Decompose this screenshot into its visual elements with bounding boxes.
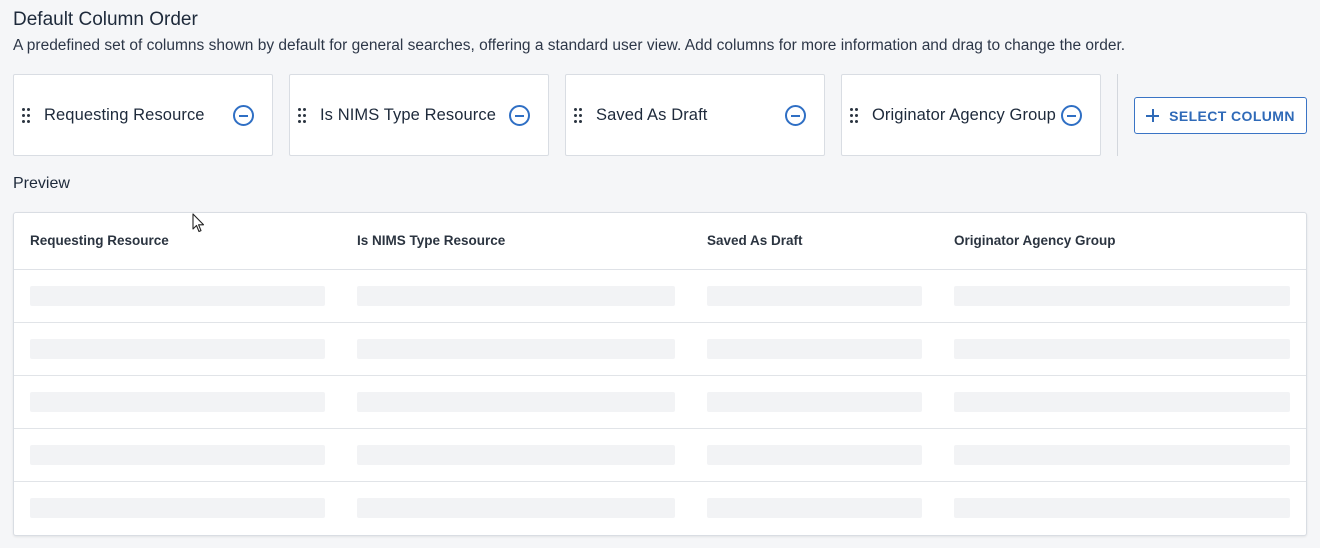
plus-icon bbox=[1146, 109, 1160, 122]
skeleton-cell bbox=[30, 445, 325, 465]
column-order-page: Default Column Order A predefined set of… bbox=[0, 0, 1320, 548]
drag-handle-icon[interactable] bbox=[22, 108, 30, 123]
drag-handle-icon[interactable] bbox=[574, 108, 582, 123]
preview-heading: Preview bbox=[13, 175, 70, 192]
skeleton-cell bbox=[357, 392, 675, 412]
select-column-label: SELECT COLUMN bbox=[1169, 107, 1295, 124]
table-row bbox=[14, 323, 1306, 376]
mouse-cursor-icon bbox=[192, 213, 205, 233]
column-header[interactable]: Requesting Resource bbox=[30, 233, 169, 248]
remove-circle-icon[interactable] bbox=[785, 105, 806, 126]
page-description: A predefined set of columns shown by def… bbox=[13, 37, 1126, 54]
column-chip[interactable]: Saved As Draft bbox=[565, 74, 825, 156]
column-chip-label: Is NIMS Type Resource bbox=[320, 106, 497, 124]
column-chip-label: Originator Agency Group bbox=[872, 106, 1056, 124]
skeleton-cell bbox=[954, 392, 1290, 412]
preview-table: Requesting Resource Is NIMS Type Resourc… bbox=[13, 212, 1307, 536]
skeleton-cell bbox=[357, 498, 675, 518]
column-header[interactable]: Saved As Draft bbox=[707, 233, 803, 248]
skeleton-cell bbox=[954, 286, 1290, 306]
drag-handle-icon[interactable] bbox=[298, 108, 306, 123]
column-chip-label: Requesting Resource bbox=[44, 106, 205, 124]
skeleton-cell bbox=[30, 286, 325, 306]
select-column-button[interactable]: SELECT COLUMN bbox=[1134, 97, 1307, 134]
skeleton-cell bbox=[707, 498, 922, 518]
skeleton-cell bbox=[954, 445, 1290, 465]
remove-circle-icon[interactable] bbox=[509, 105, 530, 126]
skeleton-cell bbox=[357, 286, 675, 306]
vertical-divider bbox=[1117, 74, 1118, 156]
table-row bbox=[14, 429, 1306, 482]
skeleton-cell bbox=[30, 392, 325, 412]
column-chip[interactable]: Requesting Resource bbox=[13, 74, 273, 156]
skeleton-cell bbox=[954, 498, 1290, 518]
skeleton-cell bbox=[954, 339, 1290, 359]
skeleton-cell bbox=[707, 286, 922, 306]
table-header: Requesting Resource Is NIMS Type Resourc… bbox=[14, 213, 1306, 270]
table-row bbox=[14, 270, 1306, 323]
table-row bbox=[14, 482, 1306, 535]
table-row bbox=[14, 376, 1306, 429]
drag-handle-icon[interactable] bbox=[850, 108, 858, 123]
skeleton-cell bbox=[30, 339, 325, 359]
skeleton-cell bbox=[707, 339, 922, 359]
skeleton-cell bbox=[357, 339, 675, 359]
column-header[interactable]: Is NIMS Type Resource bbox=[357, 233, 505, 248]
remove-circle-icon[interactable] bbox=[233, 105, 254, 126]
column-chip[interactable]: Originator Agency Group bbox=[841, 74, 1101, 156]
column-chip[interactable]: Is NIMS Type Resource bbox=[289, 74, 549, 156]
skeleton-cell bbox=[357, 445, 675, 465]
skeleton-cell bbox=[30, 498, 325, 518]
column-chip-label: Saved As Draft bbox=[596, 106, 708, 124]
page-title: Default Column Order bbox=[13, 9, 198, 30]
skeleton-cell bbox=[707, 392, 922, 412]
remove-circle-icon[interactable] bbox=[1061, 105, 1082, 126]
skeleton-cell bbox=[707, 445, 922, 465]
column-header[interactable]: Originator Agency Group bbox=[954, 233, 1116, 248]
column-chip-list: Requesting Resource Is NIMS Type Resourc… bbox=[13, 74, 1101, 156]
